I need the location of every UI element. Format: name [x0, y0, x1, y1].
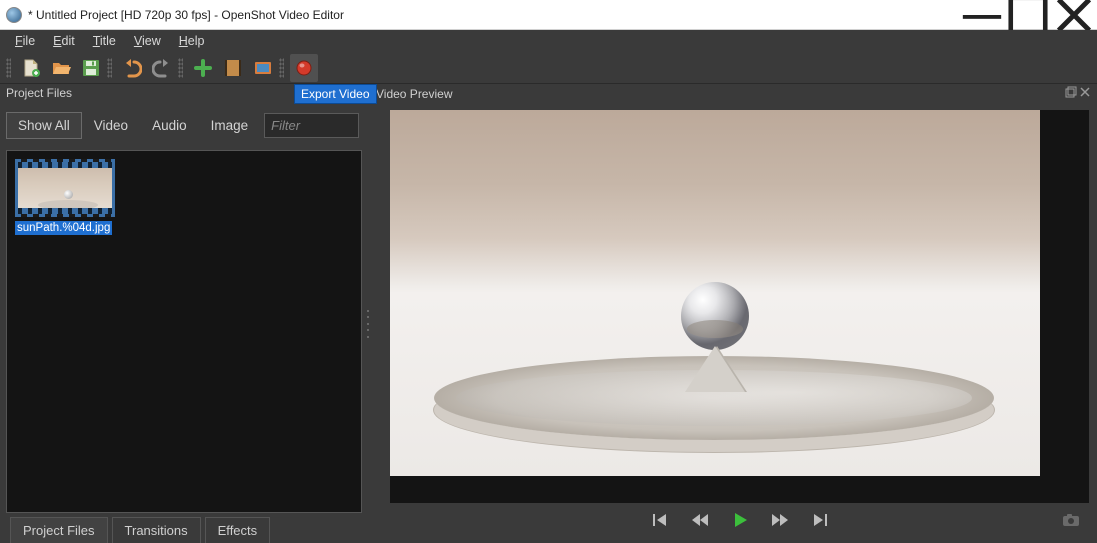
- filter-input[interactable]: [264, 113, 359, 138]
- project-file-list[interactable]: sunPath.%04d.jpg: [6, 150, 362, 513]
- filter-video[interactable]: Video: [82, 112, 140, 139]
- toolbar-grip-3[interactable]: [178, 58, 183, 78]
- panel-splitter[interactable]: [366, 309, 370, 339]
- undock-panel-button[interactable]: [1065, 85, 1077, 103]
- fullscreen-button[interactable]: [249, 54, 277, 82]
- menu-view[interactable]: View: [125, 32, 170, 50]
- maximize-button[interactable]: [1005, 0, 1051, 29]
- window-controls: [959, 0, 1097, 29]
- filter-show-all[interactable]: Show All: [6, 112, 82, 139]
- left-panel-tabs: Project Files Transitions Effects: [6, 513, 362, 543]
- minimize-button[interactable]: [959, 0, 1005, 29]
- fast-forward-button[interactable]: [768, 508, 792, 532]
- menu-bar: File Edit Title View Help: [0, 30, 1097, 52]
- window-title: * Untitled Project [HD 720p 30 fps] - Op…: [28, 8, 959, 22]
- toolbar-grip[interactable]: [6, 58, 11, 78]
- playback-controls: [390, 503, 1089, 537]
- jump-start-button[interactable]: [648, 508, 672, 532]
- project-files-panel: Show All Video Audio Image sunPath.%04d.…: [0, 104, 370, 543]
- toolbar-grip-4[interactable]: [279, 58, 284, 78]
- close-button[interactable]: [1051, 0, 1097, 29]
- menu-file[interactable]: File: [6, 32, 44, 50]
- window-titlebar: * Untitled Project [HD 720p 30 fps] - Op…: [0, 0, 1097, 30]
- close-panel-button[interactable]: [1079, 85, 1091, 103]
- save-project-button[interactable]: [77, 54, 105, 82]
- tab-transitions[interactable]: Transitions: [112, 517, 201, 543]
- toolbar-grip-2[interactable]: [107, 58, 112, 78]
- preview-canvas[interactable]: [390, 110, 1089, 503]
- menu-help[interactable]: Help: [170, 32, 214, 50]
- menu-edit[interactable]: Edit: [44, 32, 84, 50]
- file-item[interactable]: sunPath.%04d.jpg: [15, 159, 115, 236]
- video-preview-panel: [370, 104, 1097, 543]
- panels-header: Project Files Video Preview: [0, 84, 1097, 104]
- choose-profile-button[interactable]: [219, 54, 247, 82]
- video-preview-panel-title: Video Preview: [370, 85, 459, 103]
- open-project-button[interactable]: [47, 54, 75, 82]
- jump-end-button[interactable]: [808, 508, 832, 532]
- file-filter-row: Show All Video Audio Image: [6, 110, 362, 140]
- snapshot-button[interactable]: [1059, 508, 1083, 532]
- undo-button[interactable]: [118, 54, 146, 82]
- export-video-button[interactable]: Export Video: [290, 54, 318, 82]
- preview-image: [390, 110, 1040, 476]
- import-files-button[interactable]: [189, 54, 217, 82]
- filter-image[interactable]: Image: [199, 112, 261, 139]
- play-button[interactable]: [728, 508, 752, 532]
- export-video-tooltip: Export Video: [294, 84, 377, 104]
- file-thumbnail[interactable]: [15, 159, 115, 217]
- main-area: Show All Video Audio Image sunPath.%04d.…: [0, 104, 1097, 543]
- tab-effects[interactable]: Effects: [205, 517, 271, 543]
- filter-audio[interactable]: Audio: [140, 112, 199, 139]
- redo-button[interactable]: [148, 54, 176, 82]
- rewind-button[interactable]: [688, 508, 712, 532]
- app-icon: [6, 7, 22, 23]
- file-label[interactable]: sunPath.%04d.jpg: [15, 221, 112, 235]
- new-project-button[interactable]: [17, 54, 45, 82]
- toolbar: Export Video: [0, 52, 1097, 84]
- menu-title[interactable]: Title: [84, 32, 125, 50]
- tab-project-files[interactable]: Project Files: [10, 517, 108, 543]
